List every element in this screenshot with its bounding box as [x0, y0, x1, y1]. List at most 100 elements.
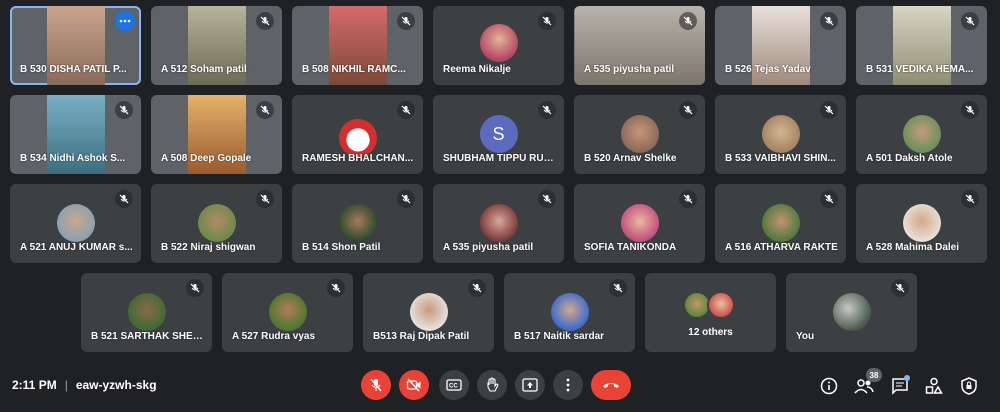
- participant-tile[interactable]: B 517 Naitik sardar: [504, 273, 635, 352]
- others-tile[interactable]: 12 others: [645, 273, 776, 352]
- participant-tile[interactable]: B 534 Nidhi Ashok S...: [10, 95, 141, 174]
- participant-name: Reema Nikalje: [443, 64, 511, 75]
- participant-name: A 528 Mahima Dalei: [866, 242, 960, 253]
- participant-name: B 517 Naitik sardar: [514, 331, 605, 342]
- svg-text:CC: CC: [449, 384, 458, 390]
- camera-off-icon: [406, 378, 421, 392]
- avatar: [620, 115, 659, 153]
- activities-icon: [925, 377, 943, 394]
- mic-off-icon: [891, 279, 909, 297]
- mic-off-icon: [679, 190, 697, 208]
- mic-off-icon: [538, 12, 556, 30]
- participant-tile[interactable]: A 516 ATHARVA RAKTE: [715, 184, 846, 263]
- participant-name: B 514 Shon Patil: [302, 242, 381, 253]
- participant-tile[interactable]: B 520 Arnav Shelke: [574, 95, 705, 174]
- end-call-icon: [603, 383, 619, 388]
- participant-tile[interactable]: A 528 Mahima Dalei: [856, 184, 987, 263]
- participant-name: A 521 ANUJ KUMAR s...: [20, 242, 133, 253]
- mic-off-icon: [397, 101, 415, 119]
- mic-off-icon: [115, 190, 133, 208]
- self-tile[interactable]: You: [786, 273, 917, 352]
- camera-toggle-button[interactable]: [399, 370, 429, 400]
- participant-tile[interactable]: A 508 Deep Gopale: [151, 95, 282, 174]
- mic-off-icon: [820, 190, 838, 208]
- participant-tile[interactable]: A 535 piyusha patil: [433, 184, 564, 263]
- mic-off-icon: [609, 279, 627, 297]
- meeting-code: eaw-yzwh-skg: [75, 378, 157, 392]
- mic-off-icon: [538, 190, 556, 208]
- mic-off-icon: [679, 12, 697, 30]
- avatar: [902, 204, 941, 242]
- participant-tile[interactable]: B 526 Tejas Yadav: [715, 6, 846, 85]
- participant-count-badge: 38: [866, 368, 882, 382]
- participant-tile[interactable]: Reema Nikalje: [433, 6, 564, 85]
- raise-hand-button[interactable]: [477, 370, 507, 400]
- mic-off-icon: [370, 378, 382, 392]
- unread-indicator: [904, 375, 910, 381]
- avatar: [338, 119, 377, 157]
- participant-name: A 516 ATHARVA RAKTE: [725, 242, 838, 253]
- present-icon: [522, 378, 538, 392]
- mic-toggle-button[interactable]: [361, 370, 391, 400]
- participant-name: B 520 Arnav Shelke: [584, 153, 677, 164]
- participant-name: RAMESH BHALCHAN...: [302, 153, 414, 164]
- activities-button[interactable]: [922, 374, 946, 398]
- participant-tile[interactable]: S SHUBHAM TIPPU RUKI...: [433, 95, 564, 174]
- participant-name: A 501 Daksh Atole: [866, 153, 953, 164]
- avatar: [706, 291, 735, 319]
- participant-tile[interactable]: SOFIA TANIKONDA: [574, 184, 705, 263]
- participant-name: A 535 piyusha patil: [443, 242, 534, 253]
- participant-name: A 527 Rudra vyas: [232, 331, 316, 342]
- participant-tile[interactable]: B 531 VEDIKA HEMA...: [856, 6, 987, 85]
- participant-name: B 530 DISHA PATIL P...: [20, 64, 127, 75]
- mic-off-icon: [961, 101, 979, 119]
- more-options-icon: [566, 378, 570, 392]
- avatar: [550, 293, 589, 331]
- avatar: [409, 293, 448, 331]
- people-button[interactable]: 38: [852, 368, 882, 398]
- more-options-icon[interactable]: [115, 11, 135, 31]
- avatar: [761, 115, 800, 153]
- others-avatar-stack: [682, 291, 739, 319]
- mic-off-icon: [327, 279, 345, 297]
- mic-off-icon: [679, 101, 697, 119]
- separator: |: [64, 378, 68, 392]
- mic-off-icon: [186, 279, 204, 297]
- participant-tile[interactable]: B 508 NIKHIL RAMC...: [292, 6, 423, 85]
- meeting-details-button[interactable]: [817, 374, 841, 398]
- captions-button[interactable]: CC: [439, 370, 469, 400]
- host-controls-button[interactable]: [957, 374, 981, 398]
- more-options-button[interactable]: [553, 370, 583, 400]
- participant-name: SHUBHAM TIPPU RUKI...: [443, 153, 556, 164]
- participant-tile[interactable]: RAMESH BHALCHAN...: [292, 95, 423, 174]
- participant-tile[interactable]: B 533 VAIBHAVI SHIN...: [715, 95, 846, 174]
- participant-tile[interactable]: B 514 Shon Patil: [292, 184, 423, 263]
- participant-name: B 508 NIKHIL RAMC...: [302, 64, 406, 75]
- present-button[interactable]: [515, 370, 545, 400]
- participant-tile[interactable]: A 521 ANUJ KUMAR s...: [10, 184, 141, 263]
- participant-tile[interactable]: B 522 Niraj shigwan: [151, 184, 282, 263]
- participant-name: B 521 SARTHAK SHET...: [91, 331, 204, 342]
- bottom-toolbar: 2:11 PM | eaw-yzwh-skg CC 38: [0, 360, 1000, 412]
- leave-call-button[interactable]: [591, 370, 631, 400]
- participant-tile[interactable]: B 530 DISHA PATIL P...: [10, 6, 141, 85]
- participant-tile[interactable]: A 512 Soham patil: [151, 6, 282, 85]
- participant-name: B 526 Tejas Yadav: [725, 64, 811, 75]
- avatar: [832, 293, 871, 331]
- mic-off-icon: [820, 12, 838, 30]
- mic-off-icon: [961, 190, 979, 208]
- participant-tile[interactable]: B 521 SARTHAK SHET...: [81, 273, 212, 352]
- others-count-label: 12 others: [688, 327, 733, 338]
- mic-off-icon: [397, 12, 415, 30]
- avatar: [902, 115, 941, 153]
- participant-tile[interactable]: A 535 piyusha patil: [574, 6, 705, 85]
- participant-tile[interactable]: A 501 Daksh Atole: [856, 95, 987, 174]
- participant-name: B513 Raj Dipak Patil: [373, 331, 470, 342]
- mic-off-icon: [115, 101, 133, 119]
- info-icon: [820, 377, 838, 395]
- participant-name: B 531 VEDIKA HEMA...: [866, 64, 974, 75]
- chat-button[interactable]: [888, 374, 912, 398]
- participant-tile[interactable]: B513 Raj Dipak Patil: [363, 273, 494, 352]
- participant-tile[interactable]: A 527 Rudra vyas: [222, 273, 353, 352]
- meeting-info: 2:11 PM | eaw-yzwh-skg: [12, 378, 157, 392]
